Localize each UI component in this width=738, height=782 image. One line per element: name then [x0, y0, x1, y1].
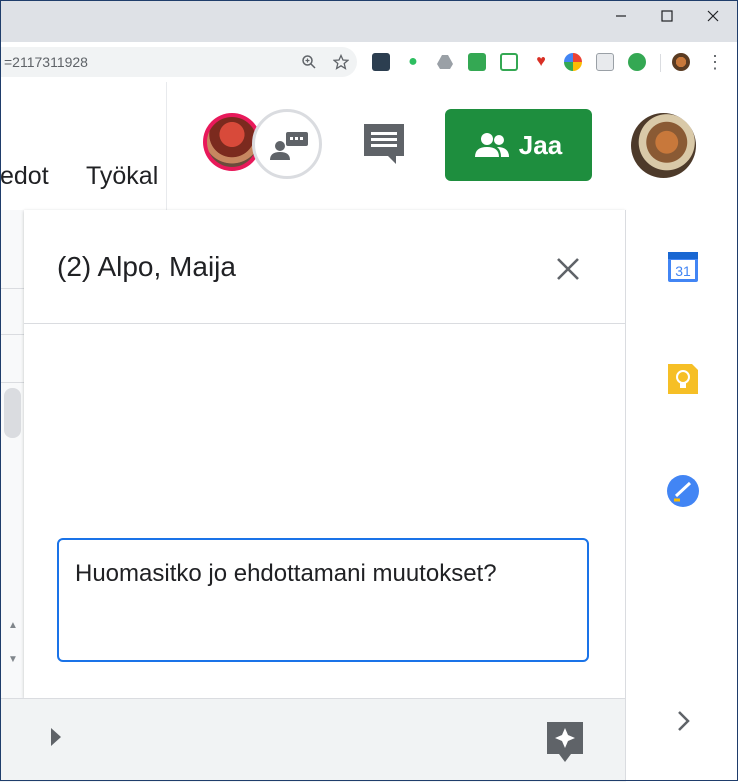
shield-check-icon[interactable]	[628, 53, 646, 71]
maximize-icon	[661, 10, 673, 22]
scrollbar-thumb[interactable]	[4, 388, 21, 438]
chat-message-input[interactable]: Huomasitko jo ehdottamani muutokset?	[57, 538, 589, 662]
dashlane-icon[interactable]	[372, 53, 390, 71]
comment-history-icon[interactable]	[362, 122, 406, 166]
drive-icon[interactable]	[436, 53, 454, 71]
scroll-down-icon[interactable]: ▼	[3, 650, 23, 670]
chevron-right-icon[interactable]	[670, 708, 696, 734]
heart-icon[interactable]: ♥	[532, 53, 550, 71]
evernote-icon[interactable]: ●	[404, 53, 422, 71]
chat-panel: (2) Alpo, Maija Huomasitko jo ehdottaman…	[24, 210, 625, 698]
window-title-bar	[0, 0, 738, 42]
calendar-icon[interactable]: 31	[666, 250, 700, 284]
browser-toolbar: =2117311928 ● ♥ ⋮	[0, 42, 738, 83]
print-icon[interactable]	[500, 53, 518, 71]
maximize-button[interactable]	[644, 0, 690, 32]
ruler-line	[0, 288, 24, 289]
close-icon	[707, 10, 719, 22]
keep-icon[interactable]	[666, 362, 700, 396]
ruler-line	[0, 382, 24, 383]
ruler-line	[0, 334, 24, 335]
profile-avatar-small[interactable]	[672, 53, 690, 71]
chrome-color-icon[interactable]	[564, 53, 582, 71]
cast-icon[interactable]	[596, 53, 614, 71]
bookmark-star-icon[interactable]	[333, 54, 349, 70]
chat-people-icon	[270, 132, 308, 160]
group-chat-button[interactable]	[252, 109, 322, 179]
close-window-button[interactable]	[690, 0, 736, 32]
minimize-button[interactable]	[598, 0, 644, 32]
bottom-bar	[0, 698, 626, 782]
more-menu-icon[interactable]: ⋮	[706, 52, 724, 72]
zoom-icon[interactable]	[301, 54, 317, 70]
minimize-icon	[616, 15, 626, 17]
close-icon[interactable]	[551, 252, 585, 286]
document-area: ▲ ▼	[0, 210, 24, 781]
docs-header: edot Työkal Jaa	[0, 82, 738, 211]
people-icon	[474, 133, 509, 157]
account-avatar[interactable]	[631, 113, 696, 178]
menu-bar: edot Työkal	[0, 82, 167, 210]
url-text: =2117311928	[4, 54, 88, 70]
side-panel: 31	[625, 210, 738, 781]
share-label: Jaa	[518, 129, 563, 160]
scroll-up-icon[interactable]: ▲	[3, 616, 23, 636]
menu-item-tyokalut[interactable]: Työkal	[86, 162, 158, 191]
share-button[interactable]: Jaa	[445, 109, 592, 181]
tasks-icon[interactable]	[666, 474, 700, 508]
calendar-day-label: 31	[675, 263, 691, 279]
address-bar[interactable]: =2117311928	[0, 47, 357, 77]
chat-header: (2) Alpo, Maija	[24, 210, 625, 324]
menu-item-tiedot[interactable]: edot	[0, 162, 49, 191]
translate-icon[interactable]	[468, 53, 486, 71]
toolbar-divider	[660, 54, 661, 72]
chat-title: (2) Alpo, Maija	[57, 251, 236, 282]
expand-arrow-icon[interactable]	[50, 727, 62, 747]
explore-icon[interactable]	[547, 722, 583, 762]
